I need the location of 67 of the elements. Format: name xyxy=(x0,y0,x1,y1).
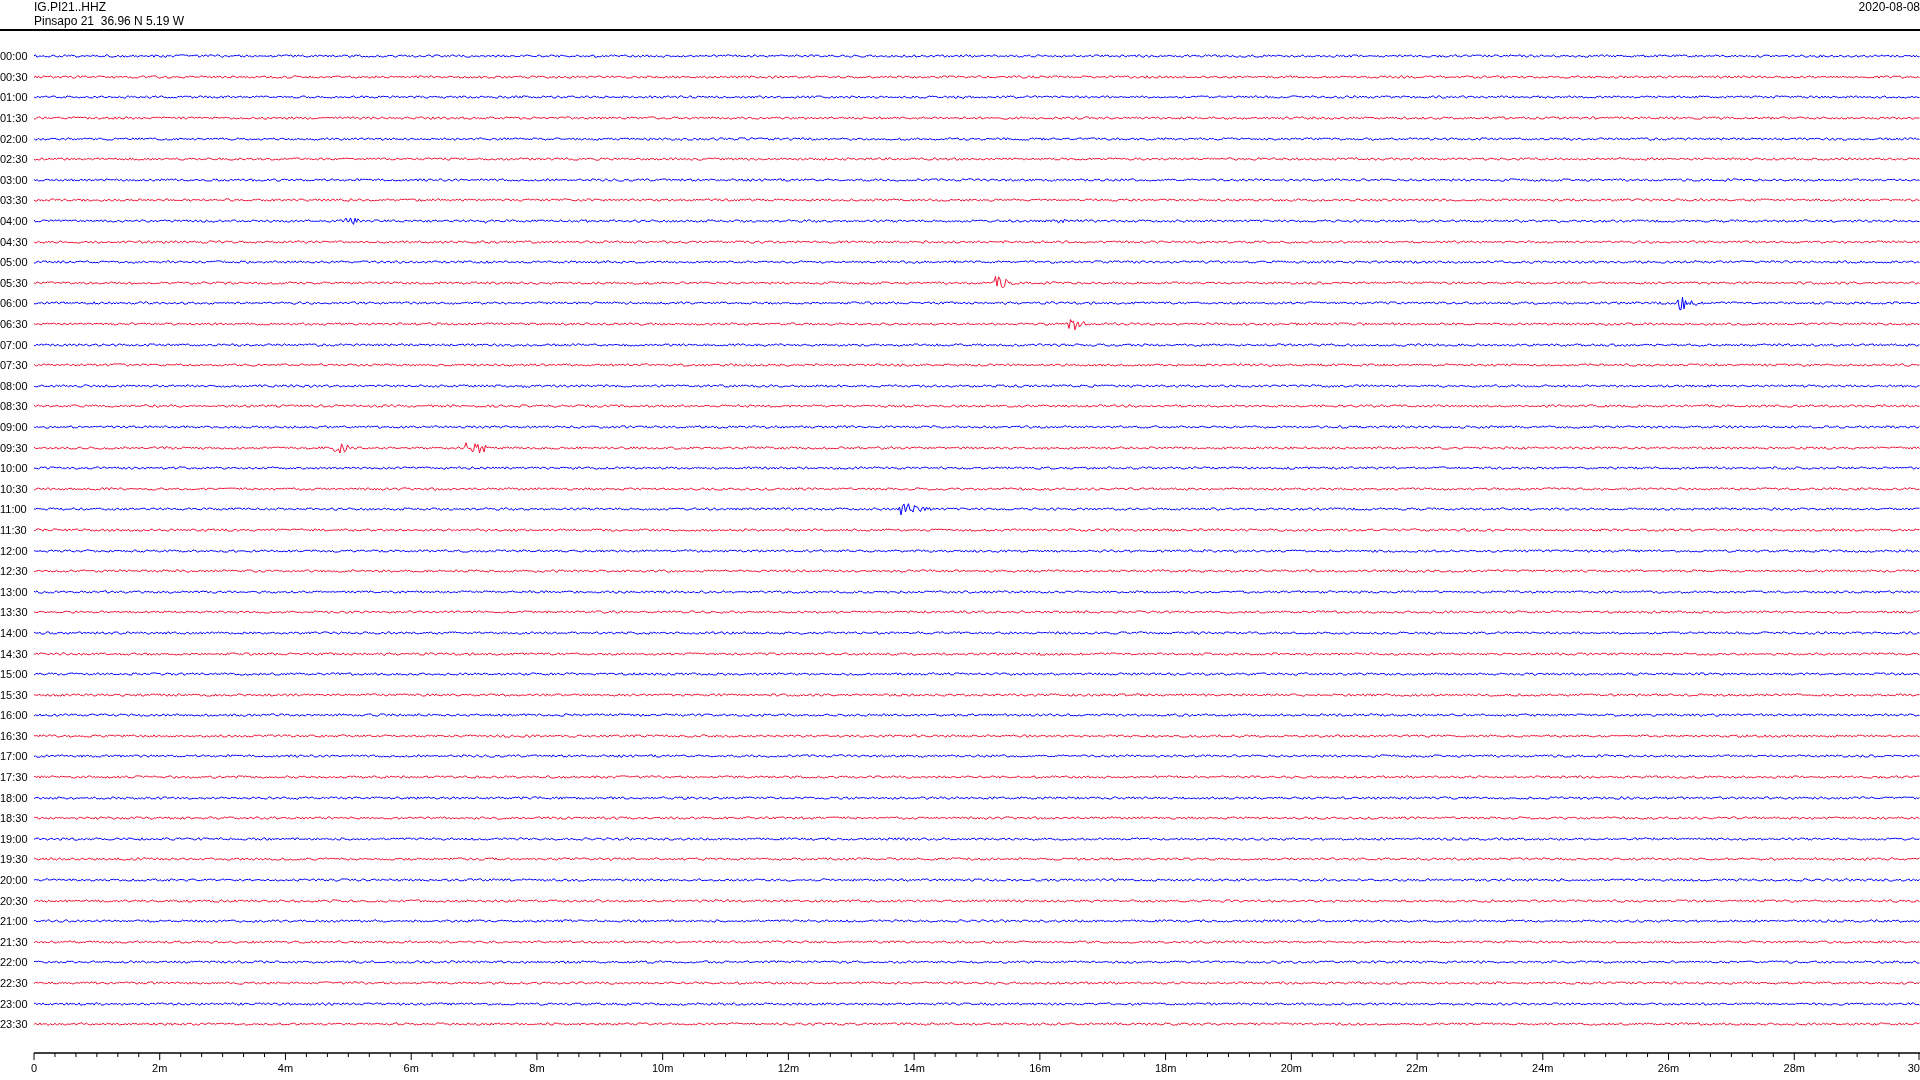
axis-label: 26m xyxy=(1657,1061,1680,1074)
axis-label: 22m xyxy=(1406,1061,1428,1074)
date-label: 2020-08-08 xyxy=(1858,0,1920,14)
time-label: 22:30 xyxy=(0,977,29,989)
time-label: 10:30 xyxy=(0,482,29,495)
time-label: 04:00 xyxy=(0,215,29,228)
axis-label: 20m xyxy=(1280,1061,1303,1074)
time-label: 14:00 xyxy=(0,626,29,639)
time-label: 03:30 xyxy=(0,194,29,207)
time-label: 23:00 xyxy=(0,997,29,1010)
time-label: 07:00 xyxy=(0,338,29,351)
time-label: 00:00 xyxy=(0,50,29,63)
time-label: 07:30 xyxy=(0,359,29,372)
axis-label: 2m xyxy=(152,1061,168,1074)
axis-label: 30 xyxy=(1907,1061,1920,1074)
time-label: 16:00 xyxy=(0,709,29,722)
time-label: 08:30 xyxy=(0,400,29,413)
axis-label: 18m xyxy=(1154,1061,1177,1074)
time-label: 06:30 xyxy=(0,318,29,330)
time-label: 05:30 xyxy=(0,276,29,289)
time-label: 21:30 xyxy=(0,935,29,948)
time-label: 18:00 xyxy=(0,791,29,804)
axis-label: 6m xyxy=(403,1061,419,1074)
axis-label: 4m xyxy=(277,1061,294,1074)
time-label: 10:00 xyxy=(0,462,29,475)
time-label: 01:30 xyxy=(0,112,29,125)
time-label: 06:00 xyxy=(0,297,29,310)
axis-label: 24m xyxy=(1532,1061,1554,1074)
axis-label: 0 xyxy=(31,1061,38,1074)
time-label: 11:00 xyxy=(0,503,28,516)
time-label: 15:30 xyxy=(0,688,29,701)
time-label: 12:30 xyxy=(0,565,29,578)
time-label: 03:00 xyxy=(0,173,29,186)
time-label: 17:00 xyxy=(0,750,29,763)
time-label: 16:30 xyxy=(0,729,29,742)
axis-label: 28m xyxy=(1783,1061,1805,1074)
time-label: 09:30 xyxy=(0,441,29,454)
time-label: 21:00 xyxy=(0,915,29,928)
time-label: 14:30 xyxy=(0,647,29,660)
axis-label: 8m xyxy=(529,1061,545,1074)
time-label: 02:00 xyxy=(0,132,29,145)
time-label: 04:30 xyxy=(0,235,29,248)
time-label: 17:30 xyxy=(0,771,29,784)
time-label: 20:30 xyxy=(0,894,29,907)
time-label: 12:00 xyxy=(0,544,29,557)
time-label: 19:30 xyxy=(0,853,29,866)
time-label: 13:30 xyxy=(0,606,29,619)
axis-label: 16m xyxy=(1029,1061,1051,1074)
axis-label: 12m xyxy=(777,1061,800,1074)
time-label: 09:00 xyxy=(0,421,29,433)
time-label: 02:30 xyxy=(0,153,29,166)
time-label: 15:00 xyxy=(0,668,29,681)
time-label: 00:30 xyxy=(0,70,29,83)
time-label: 23:30 xyxy=(0,1018,29,1031)
time-label: 19:00 xyxy=(0,832,29,845)
time-label: 08:00 xyxy=(0,379,29,392)
time-label: 05:00 xyxy=(0,256,29,269)
axis-label: 14m xyxy=(903,1061,925,1074)
time-label: 01:00 xyxy=(0,91,29,104)
station-code: IG.PI21..HHZ xyxy=(34,0,108,14)
axis-label: 10m xyxy=(651,1061,674,1074)
time-label: 18:30 xyxy=(0,812,29,825)
time-label: 22:00 xyxy=(0,956,29,969)
time-label: 11:30 xyxy=(0,523,28,536)
time-label: 20:00 xyxy=(0,874,29,887)
time-label: 13:00 xyxy=(0,585,29,598)
station-location: Pinsapo 21 36.96 N 5.19 W xyxy=(34,14,185,28)
